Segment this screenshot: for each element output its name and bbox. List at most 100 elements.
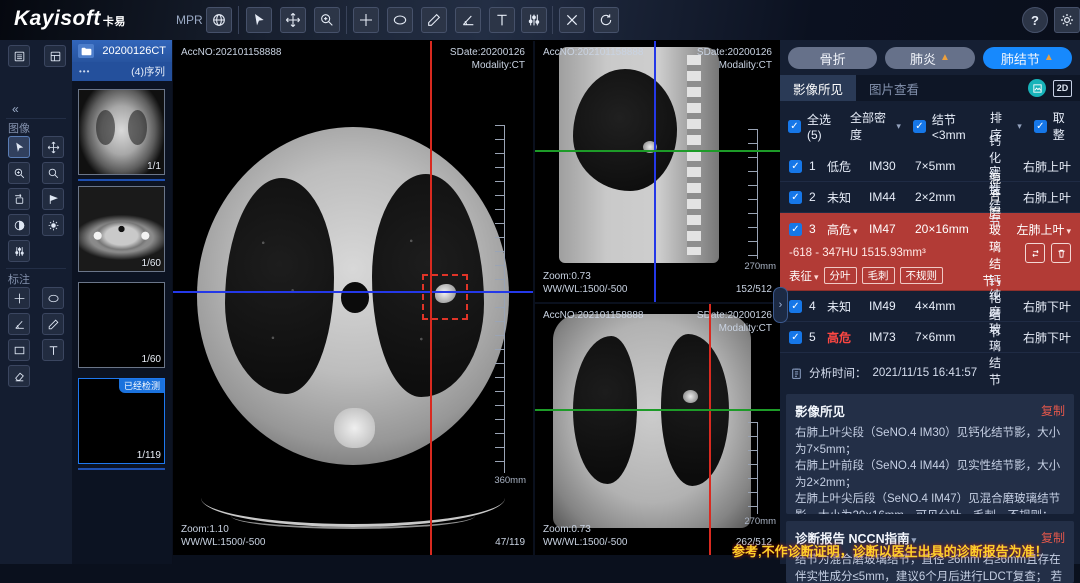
thumbnail-series-4-selected[interactable]: 已经检测 1/119 xyxy=(78,378,165,464)
window-level-tool-button[interactable] xyxy=(8,240,30,262)
mode-pneumonia[interactable]: 肺炎▲ xyxy=(885,47,974,69)
ai-findings-panel: › 骨折 肺炎▲ 肺结节▲ 影像所见 图片查看 2D ✓ 全选(5) 全部密度▾… xyxy=(780,40,1080,564)
modality: Modality:CT xyxy=(697,59,772,72)
feature-tag[interactable]: 不规则 xyxy=(900,267,944,284)
tab-image-view[interactable]: 图片查看 xyxy=(856,75,932,101)
mode-lung-nodule[interactable]: 肺结节▲ xyxy=(983,47,1072,69)
settings-button[interactable] xyxy=(1054,7,1080,33)
axial-reference-line[interactable] xyxy=(654,41,656,302)
more-icon[interactable]: ••• xyxy=(79,67,90,76)
swap-icon xyxy=(1030,248,1041,259)
crosshair-tool-button[interactable] xyxy=(353,7,379,33)
zoom-in-tool-button[interactable] xyxy=(8,162,30,184)
flip-tool-button[interactable] xyxy=(42,188,64,210)
disclaimer-marquee: 参考,不作诊断证明，诊断以医生出具的诊断报告为准！ xyxy=(732,541,1080,560)
thumbnail-series-2[interactable]: 1/60 xyxy=(78,186,165,272)
pan-tool-button[interactable] xyxy=(280,7,306,33)
thumbnail-series-3[interactable]: 1/60 xyxy=(78,282,165,368)
mode-fracture[interactable]: 骨折 xyxy=(788,47,877,69)
nodule-row-5[interactable]: ✓ 5 高危 IM73 7×6mm 纯磨玻璃结节 右肺下叶 xyxy=(780,322,1080,353)
2d-view-button[interactable]: 2D xyxy=(1053,80,1072,97)
copy-findings-button[interactable]: 复制 xyxy=(1041,402,1065,419)
series-header[interactable]: 20200126CT xyxy=(72,40,172,62)
axial-viewport[interactable]: 360mm AccNO:202101158888 SDate:20200126 … xyxy=(173,41,533,555)
nodule-row-1[interactable]: ✓ 1 低危 IM30 7×5mm 钙化结节 右肺上叶 xyxy=(780,151,1080,182)
nodule-row-3-selected[interactable]: ✓ 3 高危▾ IM47 20×16mm 混合磨玻璃结节▾ 左肺上叶▾ -618… xyxy=(780,213,1080,291)
rectangle-icon xyxy=(13,344,26,357)
text-annot-button[interactable] xyxy=(42,339,64,361)
brightness-tool-button[interactable] xyxy=(42,214,64,236)
cursor-tool-button[interactable] xyxy=(8,136,30,158)
panel-collapse-handle[interactable]: › xyxy=(773,287,788,323)
nodule-location-dropdown[interactable]: 左肺上叶▾ xyxy=(1007,221,1071,238)
invert-tool-button[interactable] xyxy=(8,214,30,236)
thumbnail-scout[interactable]: 1/1 xyxy=(78,89,165,175)
small-nodule-label[interactable]: 结节<3mm xyxy=(932,111,978,142)
delete-annotation-button[interactable] xyxy=(559,7,585,33)
eraser-button[interactable] xyxy=(8,365,30,387)
angle-tool-button[interactable] xyxy=(455,7,481,33)
window-level-tool-button[interactable] xyxy=(521,7,547,33)
ruler-tool-button[interactable] xyxy=(421,7,447,33)
nodule-checkbox[interactable]: ✓ xyxy=(789,191,802,204)
layout-button[interactable] xyxy=(44,45,66,67)
contrast-icon xyxy=(13,219,26,232)
image-icon xyxy=(1032,83,1043,94)
round-label[interactable]: 取整 xyxy=(1053,109,1072,143)
magnify-tool-button[interactable] xyxy=(42,162,64,184)
tab-imaging-findings[interactable]: 影像所见 xyxy=(780,75,856,101)
select-all-checkbox[interactable]: ✓ xyxy=(788,120,801,133)
nodule-checkbox[interactable]: ✓ xyxy=(789,300,802,313)
nodule-checkbox[interactable]: ✓ xyxy=(789,223,802,236)
report-image-button[interactable] xyxy=(1028,79,1046,97)
nodule-row-4[interactable]: ✓ 4 未知 IM49 4×4mm 钙化结节 右肺下叶 xyxy=(780,291,1080,322)
small-nodule-checkbox[interactable]: ✓ xyxy=(913,120,926,133)
cursor-icon xyxy=(13,141,26,154)
study-info: SDate:20200126 Modality:CT xyxy=(697,46,772,72)
sagittal-reference-line[interactable] xyxy=(709,304,711,555)
rotate-tool-button[interactable] xyxy=(8,188,30,210)
cursor-tool-button[interactable] xyxy=(246,7,272,33)
accession-number: AccNO:202101158888 xyxy=(543,46,643,59)
zoom-tool-button[interactable] xyxy=(314,7,340,33)
collapse-sidebar-button[interactable]: « xyxy=(12,102,19,116)
nodule-risk-dropdown[interactable]: 高危▾ xyxy=(827,221,869,238)
reset-button[interactable] xyxy=(593,7,619,33)
mpr-button[interactable] xyxy=(206,7,232,33)
crosshair-annot-button[interactable] xyxy=(8,287,30,309)
axial-reference-line[interactable] xyxy=(535,409,780,411)
help-button[interactable]: ? xyxy=(1022,7,1048,33)
round-checkbox[interactable]: ✓ xyxy=(1034,120,1047,133)
ruler-annot-button[interactable] xyxy=(42,313,64,335)
move-icon xyxy=(285,12,301,28)
coronal-reference-line[interactable] xyxy=(173,291,533,293)
sagittal-viewport[interactable]: 270mm AccNO:202101158888 SDate:20200126 … xyxy=(535,41,780,302)
lung-field xyxy=(573,69,677,191)
coronal-reference-line[interactable] xyxy=(535,150,780,152)
feature-tag[interactable]: 毛刺 xyxy=(862,267,895,284)
nodule-row-2[interactable]: ✓ 2 未知 IM44 2×2mm 实性结节 右肺上叶 xyxy=(780,182,1080,213)
coronal-viewport[interactable]: 270mm AccNO:202101158888 SDate:20200126 … xyxy=(535,304,780,555)
nodule-roi-box[interactable] xyxy=(422,274,468,320)
density-filter[interactable]: 全部密度 xyxy=(850,109,888,143)
nodule-type-dropdown[interactable]: 混合磨玻璃结节▾ xyxy=(979,170,1001,289)
feature-label-dropdown[interactable]: 表征▾ xyxy=(789,268,819,284)
nodule-checkbox[interactable]: ✓ xyxy=(789,160,802,173)
ellipse-tool-button[interactable] xyxy=(387,7,413,33)
rectangle-annot-button[interactable] xyxy=(8,339,30,361)
series-separator xyxy=(78,179,165,181)
text-tool-button[interactable] xyxy=(489,7,515,33)
ellipse-annot-button[interactable] xyxy=(42,287,64,309)
nodule-checkbox[interactable]: ✓ xyxy=(789,331,802,344)
delete-nodule-button[interactable] xyxy=(1051,243,1071,263)
compare-button[interactable] xyxy=(1025,243,1045,263)
select-all-label[interactable]: 全选(5) xyxy=(807,111,838,142)
series-list-button[interactable] xyxy=(8,45,30,67)
feature-tag[interactable]: 分叶 xyxy=(824,267,857,284)
nodule-size: 7×5mm xyxy=(915,159,979,173)
angle-annot-button[interactable] xyxy=(8,313,30,335)
pan-tool-button[interactable] xyxy=(42,136,64,158)
vertebra xyxy=(334,408,375,449)
nodule-size: 7×6mm xyxy=(915,330,979,344)
thumbnail-count: 1/60 xyxy=(142,354,161,365)
